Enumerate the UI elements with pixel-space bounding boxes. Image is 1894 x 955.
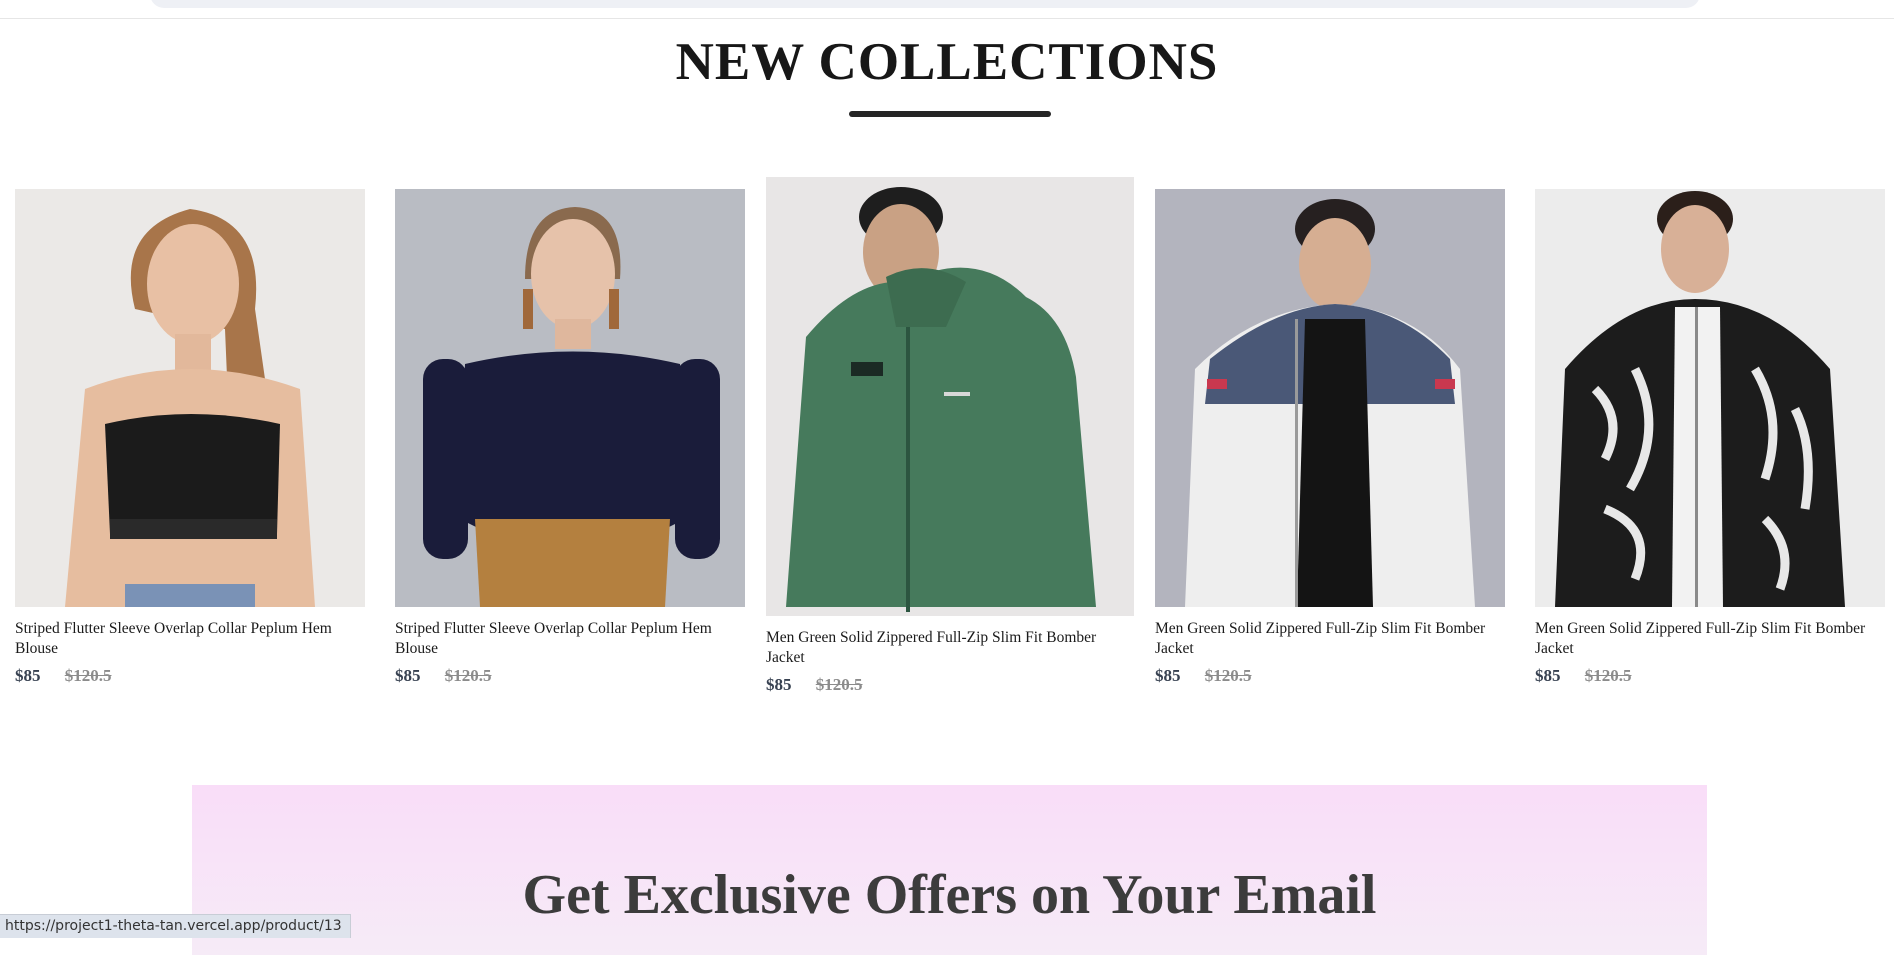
man-white-puffer-jacket-image — [1155, 189, 1505, 607]
product-name[interactable]: Striped Flutter Sleeve Overlap Collar Pe… — [395, 619, 745, 659]
product-card[interactable]: Men Green Solid Zippered Full-Zip Slim F… — [766, 177, 1134, 695]
search-bar[interactable] — [150, 0, 1700, 8]
product-card[interactable]: Men Green Solid Zippered Full-Zip Slim F… — [1535, 189, 1885, 686]
status-bar-url: https://project1-theta-tan.vercel.app/pr… — [0, 914, 351, 938]
product-image[interactable] — [15, 189, 365, 607]
section-title: NEW COLLECTIONS — [675, 33, 1219, 91]
product-prices: $85 $120.5 — [1535, 666, 1885, 686]
product-name[interactable]: Men Green Solid Zippered Full-Zip Slim F… — [1535, 619, 1885, 659]
product-prices: $85 $120.5 — [1155, 666, 1505, 686]
offers-title: Get Exclusive Offers on Your Email — [522, 864, 1377, 926]
product-card[interactable]: Striped Flutter Sleeve Overlap Collar Pe… — [15, 189, 365, 686]
price-old: $120.5 — [444, 666, 492, 685]
price-new: $85 — [395, 666, 421, 685]
product-image[interactable] — [1155, 189, 1505, 607]
product-prices: $85 $120.5 — [395, 666, 745, 686]
price-old: $120.5 — [815, 675, 863, 694]
title-underline — [849, 111, 1051, 117]
price-new: $85 — [1155, 666, 1181, 685]
price-new: $85 — [766, 675, 792, 694]
offers-banner: Get Exclusive Offers on Your Email — [192, 785, 1707, 955]
price-old: $120.5 — [1584, 666, 1632, 685]
price-old: $120.5 — [64, 666, 112, 685]
woman-black-crop-top-image — [15, 189, 365, 607]
product-prices: $85 $120.5 — [766, 675, 1134, 695]
product-name[interactable]: Striped Flutter Sleeve Overlap Collar Pe… — [15, 619, 365, 659]
product-name[interactable]: Men Green Solid Zippered Full-Zip Slim F… — [1155, 619, 1505, 659]
price-new: $85 — [15, 666, 41, 685]
man-green-hoodie-image — [766, 177, 1134, 616]
price-new: $85 — [1535, 666, 1561, 685]
product-image[interactable] — [1535, 189, 1885, 607]
product-image[interactable] — [395, 189, 745, 607]
top-nav-bar — [0, 0, 1894, 19]
price-old: $120.5 — [1204, 666, 1252, 685]
woman-navy-sweater-image — [395, 189, 745, 607]
product-name[interactable]: Men Green Solid Zippered Full-Zip Slim F… — [766, 628, 1134, 668]
product-prices: $85 $120.5 — [15, 666, 365, 686]
product-card[interactable]: Men Green Solid Zippered Full-Zip Slim F… — [1155, 189, 1505, 686]
man-marble-print-bomber-image — [1535, 189, 1885, 607]
product-card[interactable]: Striped Flutter Sleeve Overlap Collar Pe… — [395, 189, 745, 686]
product-image[interactable] — [766, 177, 1134, 616]
